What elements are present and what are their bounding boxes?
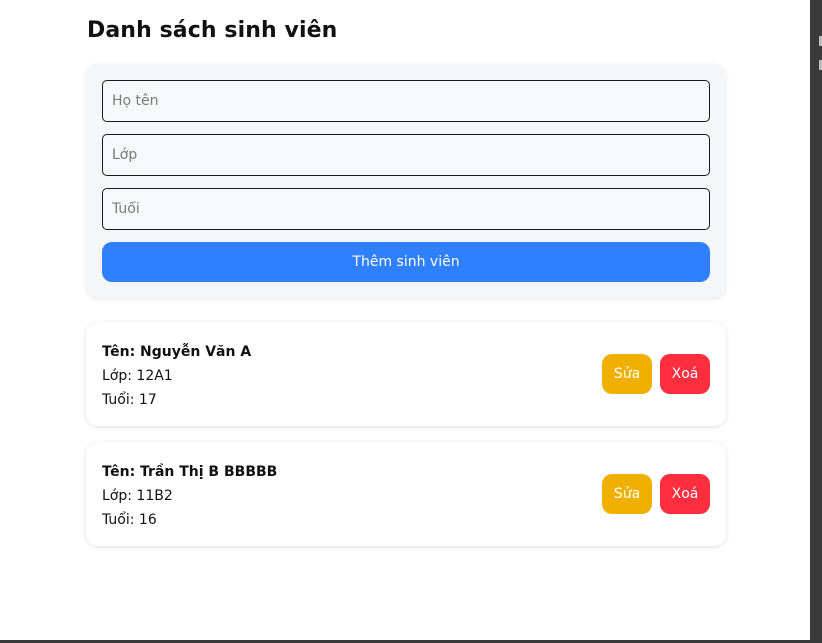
edit-button[interactable]: Sửa	[602, 354, 652, 394]
student-info: Tên: Trần Thị B BBBBB Lớp: 11B2 Tuổi: 16	[102, 460, 277, 532]
student-form: Thêm sinh viên	[86, 64, 726, 298]
student-name: Tên: Trần Thị B BBBBB	[102, 464, 278, 480]
app-viewport: Danh sách sinh viên Thêm sinh viên Tên: …	[0, 0, 810, 640]
window-edge	[810, 0, 822, 643]
edit-button[interactable]: Sửa	[602, 474, 652, 514]
student-class: Lớp: 11B2	[102, 488, 173, 504]
delete-button[interactable]: Xoá	[660, 474, 710, 514]
add-student-button[interactable]: Thêm sinh viên	[102, 242, 710, 282]
student-age: Tuổi: 16	[102, 512, 157, 528]
student-class: Lớp: 12A1	[102, 368, 173, 384]
student-info: Tên: Nguyễn Văn A Lớp: 12A1 Tuổi: 17	[102, 340, 251, 412]
age-input[interactable]	[102, 188, 710, 230]
student-name: Tên: Nguyễn Văn A	[102, 344, 252, 360]
student-age: Tuổi: 17	[102, 392, 157, 408]
student-card: Tên: Nguyễn Văn A Lớp: 12A1 Tuổi: 17 Sửa…	[86, 322, 726, 426]
delete-button[interactable]: Xoá	[660, 354, 710, 394]
page-title: Danh sách sinh viên	[87, 18, 338, 43]
class-input[interactable]	[102, 134, 710, 176]
student-card: Tên: Trần Thị B BBBBB Lớp: 11B2 Tuổi: 16…	[86, 442, 726, 546]
name-input[interactable]	[102, 80, 710, 122]
